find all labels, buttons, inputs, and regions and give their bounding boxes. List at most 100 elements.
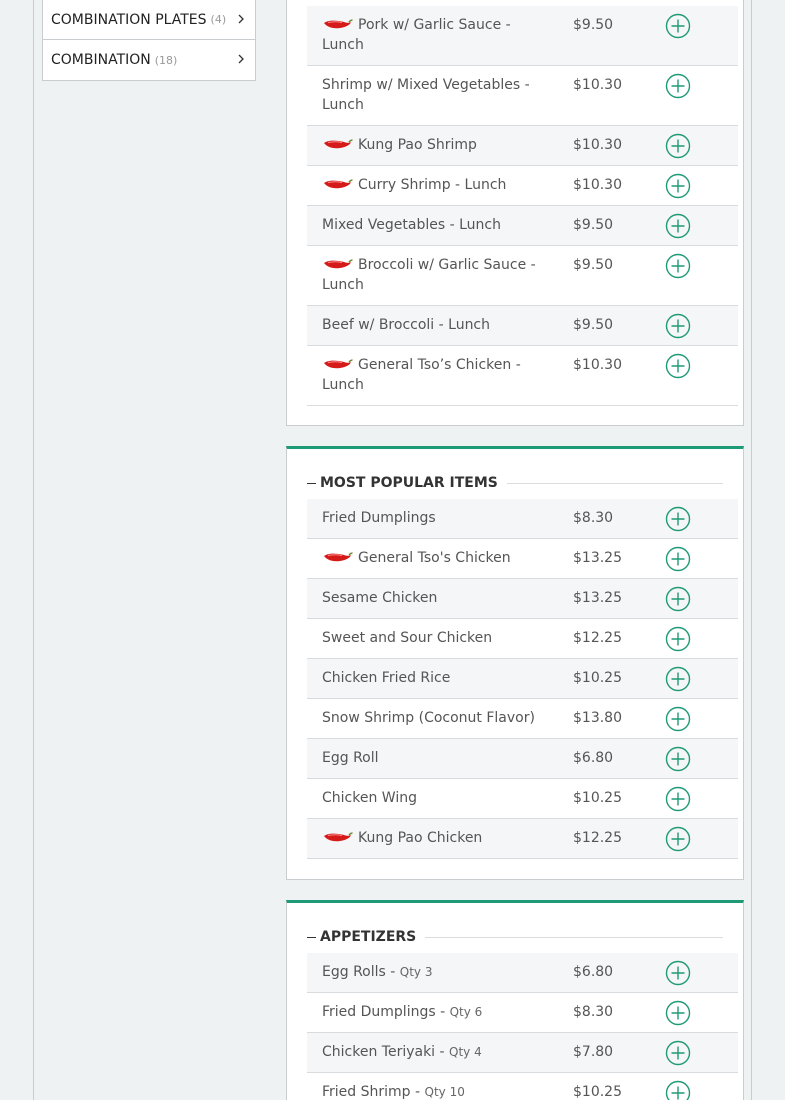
menu-item-row[interactable]: Beef w/ Broccoli - Lunch $9.50 — [307, 306, 738, 346]
menu-item-name: Mixed Vegetables - Lunch — [322, 215, 542, 235]
menu-item-price: $10.25 — [573, 670, 622, 686]
add-to-cart-plus-icon[interactable] — [665, 353, 691, 379]
menu-item-name-text: Chicken Wing — [322, 790, 417, 806]
category-combination[interactable]: COMBINATION (18) — [43, 40, 255, 80]
menu-item-quantity: Qty 6 — [449, 1005, 483, 1019]
section-dash — [307, 482, 316, 484]
chili-pepper-icon — [324, 19, 353, 29]
section-divider — [506, 482, 723, 484]
menu-item-row[interactable]: Chicken Fried Rice $10.25 — [307, 659, 738, 699]
menu-item-name: Sweet and Sour Chicken — [322, 628, 542, 648]
menu-item-name-text: Chicken Fried Rice — [322, 670, 451, 686]
section-title: APPETIZERS — [320, 929, 417, 945]
category-count: (4) — [210, 13, 227, 26]
menu-item-name: Egg Rolls - Qty 3 — [322, 962, 542, 982]
chili-pepper-icon — [324, 259, 353, 269]
category-count: (18) — [154, 53, 178, 67]
menu-item-row[interactable]: Egg Roll $6.80 — [307, 739, 738, 779]
menu-item-price: $9.50 — [573, 17, 614, 33]
category-combination-plates[interactable]: COMBINATION PLATES (4) — [43, 0, 255, 40]
menu-item-name: Broccoli w/ Garlic Sauce - Lunch — [322, 255, 542, 295]
chevron-right-icon — [238, 14, 244, 24]
menu-item-list: Fried Dumplings $8.30 General Tso's Chicke… — [307, 499, 738, 859]
menu-item-name-text: Sesame Chicken — [322, 590, 438, 606]
menu-item-name: Beef w/ Broccoli - Lunch — [322, 315, 542, 335]
menu-item-name-text: Shrimp w/ Mixed Vegetables - Lunch — [322, 77, 530, 113]
add-to-cart-plus-icon[interactable] — [665, 1000, 691, 1026]
menu-item-name-text: Kung Pao Shrimp — [358, 137, 477, 153]
menu-item-price: $13.80 — [573, 710, 622, 726]
menu-item-name-text: Snow Shrimp (Coconut Flavor) — [322, 710, 535, 726]
menu-item-row[interactable]: Snow Shrimp (Coconut Flavor) $13.80 — [307, 699, 738, 739]
menu-item-row[interactable]: Chicken Teriyaki - Qty 4 $7.80 — [307, 1033, 738, 1073]
add-to-cart-plus-icon[interactable] — [665, 786, 691, 812]
menu-item-row[interactable]: Fried Shrimp - Qty 10 $10.25 — [307, 1073, 738, 1100]
menu-item-row[interactable]: Kung Pao Shrimp $10.30 — [307, 126, 738, 166]
chili-pepper-icon — [324, 359, 353, 369]
menu-item-row[interactable]: Pork w/ Garlic Sauce - Lunch $9.50 — [307, 6, 738, 66]
menu-item-price: $10.30 — [573, 357, 622, 373]
menu-item-row[interactable]: Sesame Chicken $13.25 — [307, 579, 738, 619]
menu-item-row[interactable]: Chicken Wing $10.25 — [307, 779, 738, 819]
section-header: MOST POPULAR ITEMS — [307, 473, 723, 493]
add-to-cart-plus-icon[interactable] — [665, 13, 691, 39]
menu-item-price: $9.50 — [573, 317, 614, 333]
menu-item-row[interactable]: Kung Pao Chicken $12.25 — [307, 819, 738, 859]
menu-item-quantity: Qty 4 — [449, 1045, 482, 1059]
menu-item-quantity: Qty 3 — [399, 965, 433, 979]
menu-item-name-text: Fried Shrimp - — [322, 1084, 425, 1100]
menu-item-price: $6.80 — [573, 750, 614, 766]
menu-item-name: Fried Shrimp - Qty 10 — [322, 1082, 542, 1100]
chili-pepper-icon — [324, 139, 353, 149]
category-name: COMBINATION PLATES — [51, 11, 207, 28]
add-to-cart-plus-icon[interactable] — [665, 1080, 691, 1100]
chili-pepper-icon — [324, 552, 353, 562]
add-to-cart-plus-icon[interactable] — [665, 213, 691, 239]
menu-item-row[interactable]: Broccoli w/ Garlic Sauce - Lunch $9.50 — [307, 246, 738, 306]
add-to-cart-plus-icon[interactable] — [665, 826, 691, 852]
add-to-cart-plus-icon[interactable] — [665, 666, 691, 692]
add-to-cart-plus-icon[interactable] — [665, 506, 691, 532]
add-to-cart-plus-icon[interactable] — [665, 313, 691, 339]
menu-item-name: Snow Shrimp (Coconut Flavor) — [322, 708, 542, 728]
menu-item-row[interactable]: Fried Dumplings - Qty 6 $8.30 — [307, 993, 738, 1033]
menu-item-name-text: Chicken Teriyaki - — [322, 1044, 450, 1060]
category-list: COMBINATION PLATES (4) COMBINATION (18) — [42, 0, 256, 81]
menu-item-price: $13.25 — [573, 550, 622, 566]
menu-item-row[interactable]: Egg Rolls - Qty 3 $6.80 — [307, 953, 738, 993]
most-popular-section: MOST POPULAR ITEMS Fried Dumplings $8.30 G… — [286, 446, 744, 880]
menu-item-row[interactable]: Sweet and Sour Chicken $12.25 — [307, 619, 738, 659]
menu-item-name: Kung Pao Chicken — [322, 828, 542, 848]
menu-item-row[interactable]: Curry Shrimp - Lunch $10.30 — [307, 166, 738, 206]
menu-item-row[interactable]: General Tso's Chicken $13.25 — [307, 539, 738, 579]
add-to-cart-plus-icon[interactable] — [665, 1040, 691, 1066]
add-to-cart-plus-icon[interactable] — [665, 960, 691, 986]
menu-item-row[interactable]: Shrimp w/ Mixed Vegetables - Lunch $10.30 — [307, 66, 738, 126]
menu-item-price: $10.25 — [573, 1084, 622, 1100]
add-to-cart-plus-icon[interactable] — [665, 133, 691, 159]
menu-item-name-text: Kung Pao Chicken — [358, 830, 483, 846]
menu-item-price: $10.25 — [573, 790, 622, 806]
menu-item-name: General Tso’s Chicken - Lunch — [322, 355, 542, 395]
add-to-cart-plus-icon[interactable] — [665, 626, 691, 652]
add-to-cart-plus-icon[interactable] — [665, 586, 691, 612]
add-to-cart-plus-icon[interactable] — [665, 73, 691, 99]
menu-item-price: $10.30 — [573, 177, 622, 193]
add-to-cart-plus-icon[interactable] — [665, 706, 691, 732]
menu-item-list: Egg Rolls - Qty 3 $6.80 Fried Dumplings - … — [307, 953, 738, 1100]
add-to-cart-plus-icon[interactable] — [665, 746, 691, 772]
add-to-cart-plus-icon[interactable] — [665, 546, 691, 572]
add-to-cart-plus-icon[interactable] — [665, 173, 691, 199]
menu-item-name-text: Broccoli w/ Garlic Sauce - Lunch — [322, 257, 536, 293]
menu-item-name: Fried Dumplings — [322, 508, 542, 528]
menu-item-name-text: General Tso's Chicken — [358, 550, 511, 566]
chevron-right-icon — [238, 54, 244, 64]
menu-item-row[interactable]: Mixed Vegetables - Lunch $9.50 — [307, 206, 738, 246]
menu-item-name-text: Sweet and Sour Chicken — [322, 630, 493, 646]
menu-item-name: Egg Roll — [322, 748, 542, 768]
menu-item-quantity: Qty 10 — [424, 1085, 465, 1099]
menu-item-row[interactable]: General Tso’s Chicken - Lunch $10.30 — [307, 346, 738, 406]
add-to-cart-plus-icon[interactable] — [665, 253, 691, 279]
menu-item-row[interactable]: Fried Dumplings $8.30 — [307, 499, 738, 539]
section-title: MOST POPULAR ITEMS — [320, 475, 498, 491]
